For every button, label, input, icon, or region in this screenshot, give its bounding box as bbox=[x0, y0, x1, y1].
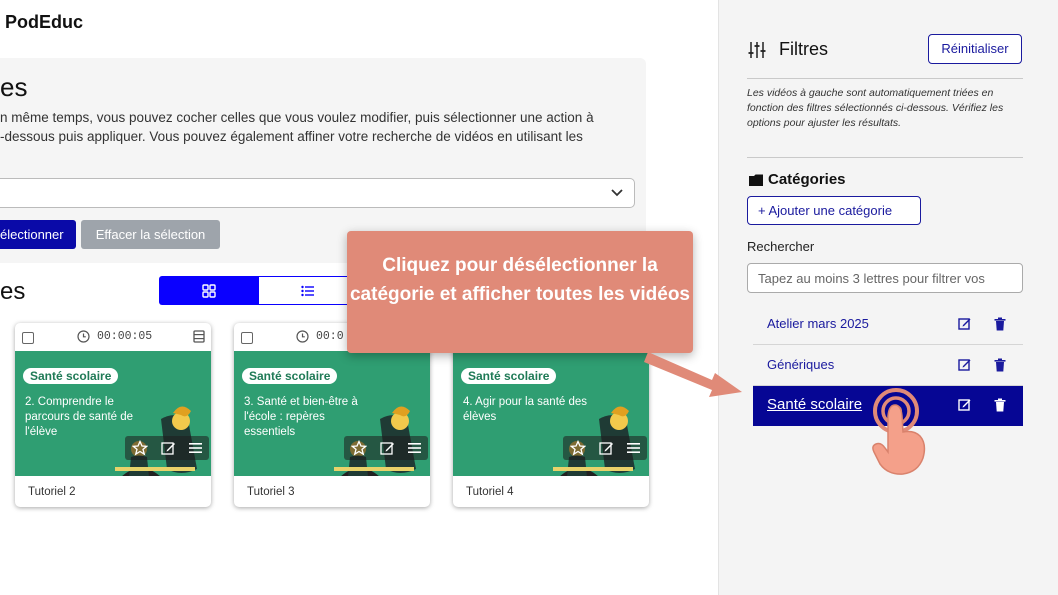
tutorial-overlay bbox=[644, 352, 926, 475]
arrow-icon bbox=[644, 352, 742, 397]
pointer-hand-icon bbox=[872, 388, 926, 475]
